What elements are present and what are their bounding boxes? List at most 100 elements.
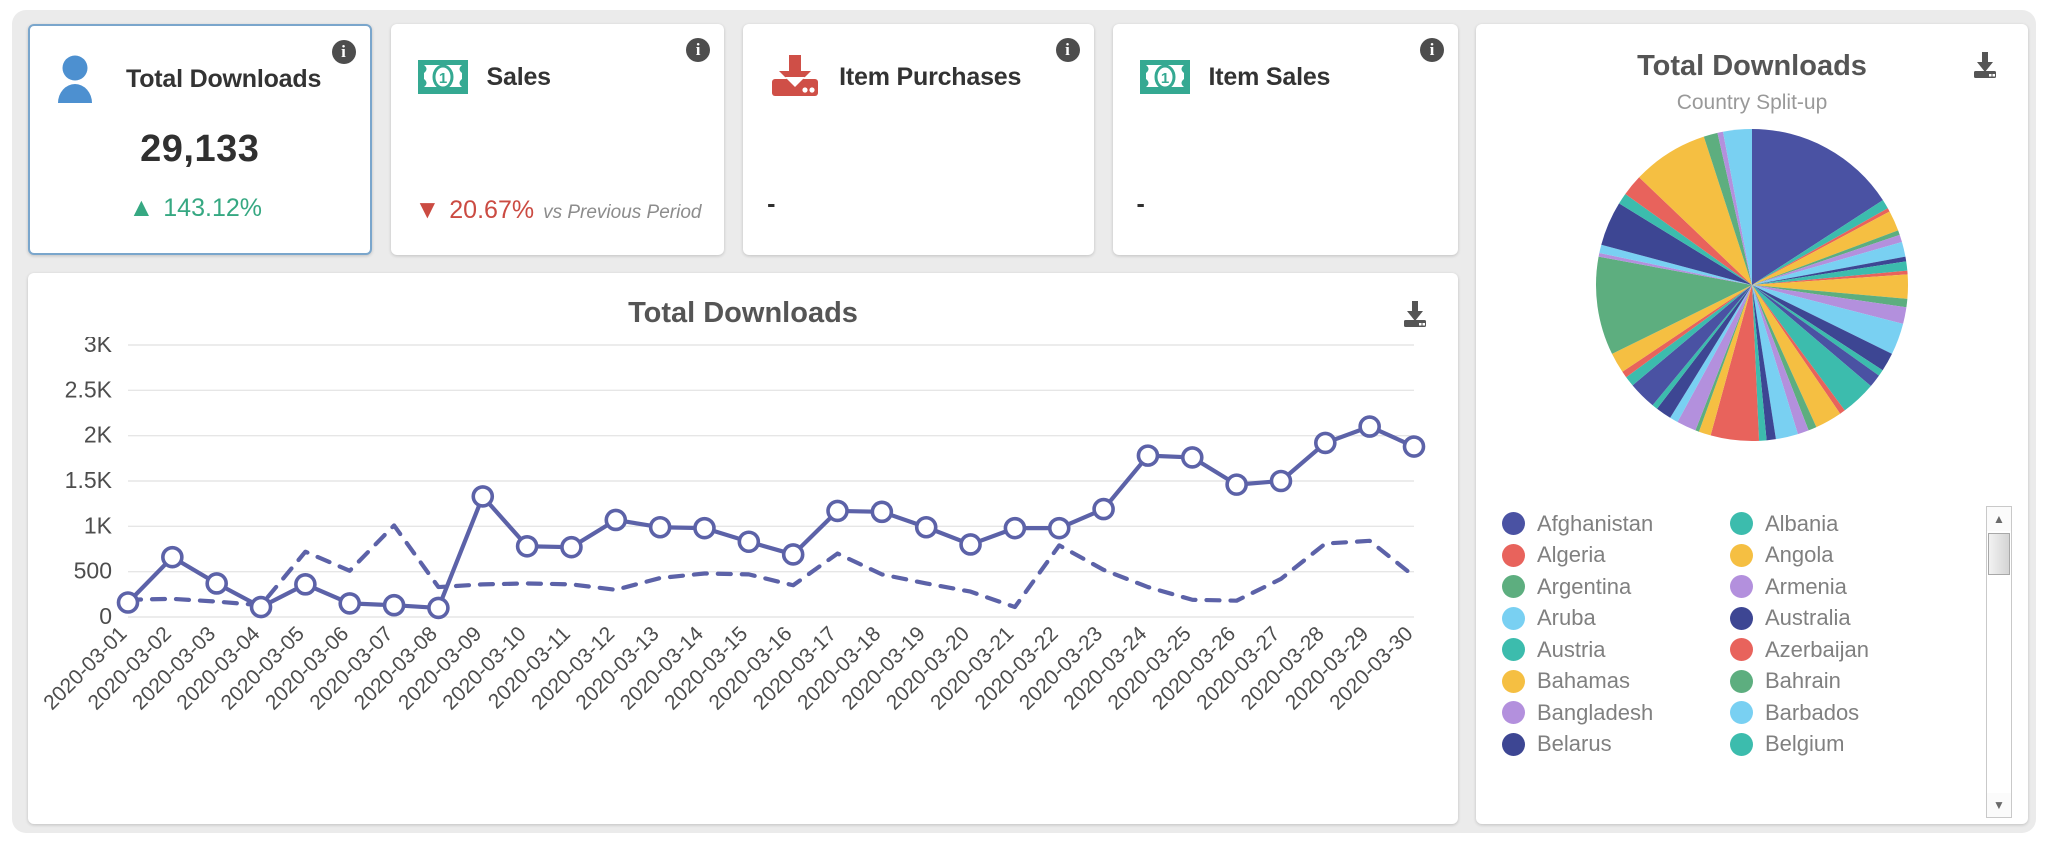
- legend-item[interactable]: Barbados: [1730, 697, 1958, 729]
- pie-chart-panel: Total Downloads Country Split-up Afghani…: [1476, 24, 2028, 824]
- legend-item[interactable]: Austria: [1502, 634, 1730, 666]
- line-plot[interactable]: 0 500 1K 1.5K 2K 2.5K 3K 2020-03-01 2020-03-02 20…: [28, 337, 1458, 824]
- scrollbar-thumb[interactable]: [1988, 533, 2010, 575]
- chart-title: Total Downloads: [628, 297, 858, 329]
- legend-item[interactable]: Argentina: [1502, 571, 1730, 603]
- banknote-icon: 1: [417, 60, 468, 94]
- info-icon[interactable]: i: [1420, 38, 1444, 62]
- legend-item[interactable]: Armenia: [1730, 571, 1958, 603]
- legend-scrollbar[interactable]: ▲ ▼: [1986, 506, 2012, 818]
- banknote-icon: 1: [1139, 60, 1190, 94]
- legend-item[interactable]: Albania: [1730, 508, 1958, 540]
- legend-label: Australia: [1765, 605, 1851, 631]
- svg-text:2.5K: 2.5K: [65, 376, 113, 402]
- kpi-header: 1 Sales: [415, 46, 701, 108]
- kpi-header: Item Purchases: [767, 46, 1069, 108]
- legend-label: Bahamas: [1537, 668, 1630, 694]
- legend-label: Angola: [1765, 542, 1834, 568]
- kpi-value: -: [767, 190, 776, 218]
- legend-item[interactable]: Aruba: [1502, 603, 1730, 635]
- left-column: i Total Downloads 29,133 ▲ 143.12% i 1 S…: [28, 24, 1458, 824]
- legend-item[interactable]: Bahrain: [1730, 666, 1958, 698]
- legend-label: Bahrain: [1765, 668, 1841, 694]
- legend-label: Aruba: [1537, 605, 1596, 631]
- kpi-title: Item Sales: [1208, 62, 1331, 91]
- legend-color-dot: [1502, 638, 1525, 662]
- kpi-delta-percent: 20.67%: [449, 196, 535, 224]
- legend-label: Afghanistan: [1537, 510, 1654, 536]
- legend-item[interactable]: Belgium: [1730, 729, 1958, 761]
- legend-item[interactable]: Australia: [1730, 603, 1958, 635]
- kpi-title: Total Downloads: [126, 64, 322, 93]
- arrow-up-icon: ▲: [128, 192, 155, 222]
- info-icon[interactable]: i: [331, 40, 356, 64]
- pie-title: Total Downloads: [1637, 50, 1867, 82]
- svg-text:1: 1: [1160, 70, 1168, 87]
- legend-color-dot: [1730, 732, 1753, 756]
- kpi-card-item-purchases[interactable]: i Item Purchases -: [743, 24, 1094, 255]
- scrollbar-track[interactable]: [1987, 531, 2011, 793]
- kpi-delta-note: vs Previous Period: [543, 202, 702, 223]
- scroll-down-button[interactable]: ▼: [1987, 793, 2011, 817]
- legend-item[interactable]: Bangladesh: [1502, 697, 1730, 729]
- download-icon[interactable]: [1970, 50, 2000, 80]
- legend-color-dot: [1730, 669, 1753, 693]
- legend-item[interactable]: Afghanistan: [1502, 508, 1730, 540]
- legend-label: Austria: [1537, 636, 1606, 662]
- legend-color-dot: [1730, 701, 1753, 725]
- legend-item[interactable]: Algeria: [1502, 540, 1730, 572]
- kpi-delta-percent: 143.12%: [163, 194, 262, 222]
- dashboard-root: i Total Downloads 29,133 ▲ 143.12% i 1 S…: [0, 0, 2048, 847]
- legend-color-dot: [1730, 606, 1753, 630]
- kpi-header: 1 Item Sales: [1137, 46, 1434, 108]
- legend-label: Bangladesh: [1537, 699, 1654, 725]
- dashboard-frame: i Total Downloads 29,133 ▲ 143.12% i 1 S…: [12, 10, 2036, 833]
- legend-color-dot: [1730, 638, 1753, 662]
- legend-color-dot: [1502, 606, 1525, 630]
- legend-label: Belarus: [1537, 731, 1612, 757]
- kpi-card-sales[interactable]: i 1 Sales ▼ 20.67% vs Previous Period: [390, 24, 725, 255]
- legend-color-dot: [1730, 575, 1753, 599]
- legend-color-dot: [1730, 543, 1753, 567]
- user-icon: [58, 55, 92, 103]
- legend-color-dot: [1502, 732, 1525, 756]
- info-icon[interactable]: i: [1055, 38, 1080, 62]
- svg-text:500: 500: [74, 558, 112, 584]
- legend-item[interactable]: Angola: [1730, 540, 1958, 572]
- legend-color-dot: [1502, 669, 1525, 693]
- kpi-header: Total Downloads: [54, 48, 346, 110]
- kpi-delta: ▼ 20.67% vs Previous Period: [391, 196, 725, 225]
- legend-item[interactable]: Belarus: [1502, 729, 1730, 761]
- kpi-title: Sales: [486, 62, 552, 91]
- kpi-card-item-sales[interactable]: i 1 Item Sales -: [1112, 24, 1458, 255]
- svg-text:1K: 1K: [84, 512, 113, 538]
- line-chart-panel: Total Downloads 0 500 1K 1.5K 2K 2.5K 3K 2020-0…: [28, 273, 1458, 824]
- download-box-icon: [772, 55, 819, 96]
- legend-color-dot: [1502, 512, 1525, 536]
- svg-text:1.5K: 1.5K: [65, 467, 113, 493]
- info-icon[interactable]: i: [686, 38, 711, 62]
- legend-color-dot: [1502, 543, 1525, 567]
- legend-label: Barbados: [1765, 699, 1860, 725]
- svg-text:1: 1: [438, 70, 446, 87]
- legend-item[interactable]: Azerbaijan: [1730, 634, 1958, 666]
- svg-text:3K: 3K: [84, 337, 113, 357]
- kpi-value: 29,133: [140, 128, 260, 170]
- legend-color-dot: [1502, 701, 1525, 725]
- legend-label: Belgium: [1765, 731, 1845, 757]
- kpi-title: Item Purchases: [839, 62, 1022, 91]
- pie-legend[interactable]: Afghanistan Albania Algeria Angola Argentina…: [1476, 494, 2028, 824]
- legend-label: Armenia: [1765, 573, 1847, 599]
- pie-graphic[interactable]: [1476, 125, 2028, 445]
- kpi-card-total-downloads[interactable]: i Total Downloads 29,133 ▲ 143.12%: [28, 24, 372, 255]
- scroll-up-button[interactable]: ▲: [1987, 507, 2011, 531]
- legend-label: Albania: [1765, 510, 1839, 536]
- kpi-delta: ▲ 143.12%: [30, 194, 370, 223]
- svg-text:0: 0: [99, 603, 112, 629]
- legend-color-dot: [1502, 575, 1525, 599]
- arrow-down-icon: ▼: [414, 194, 441, 224]
- pie-subtitle: Country Split-up: [1676, 91, 1828, 114]
- svg-text:2K: 2K: [84, 422, 113, 448]
- download-icon[interactable]: [1400, 299, 1430, 329]
- legend-item[interactable]: Bahamas: [1502, 666, 1730, 698]
